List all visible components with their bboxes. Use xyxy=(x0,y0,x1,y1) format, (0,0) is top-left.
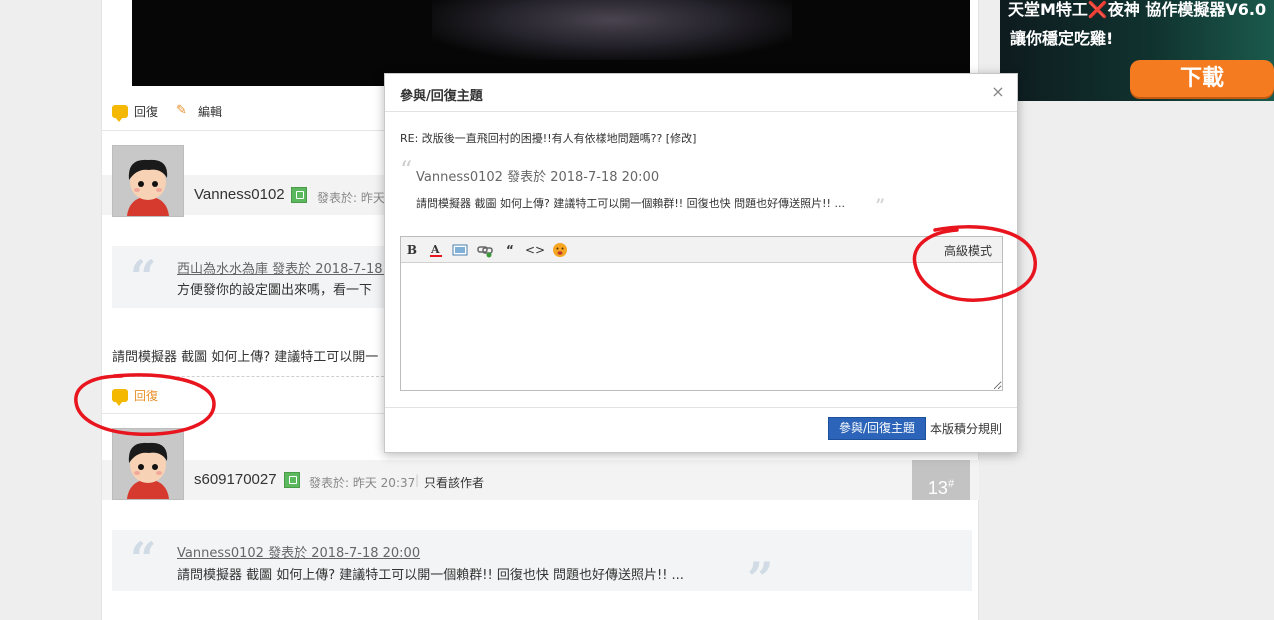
post-actions: 回復 ✎ 編輯 xyxy=(112,101,222,122)
only-author-link[interactable]: 只看該作者 xyxy=(424,474,484,491)
dialog-divider xyxy=(385,111,1017,112)
quote-text: 請問模擬器 截圖 如何上傳? 建議特工可以開一個賴群!! 回復也快 問題也好傳送… xyxy=(177,568,684,583)
ad-tagline: 讓你穩定吃雞! xyxy=(1010,29,1114,48)
reply-textarea[interactable] xyxy=(401,264,1002,390)
font-color-icon[interactable]: A xyxy=(428,242,444,258)
reply-label: 回復 xyxy=(134,104,159,119)
reply-subject: RE: 改版後一直飛回村的困擾!!有人有依樣地問題嗎?? [修改] xyxy=(400,132,697,145)
quote-text: 請問模擬器 截圖 如何上傳? 建議特工可以開一個賴群!! 回復也快 問題也好傳送… xyxy=(416,197,845,210)
post-body: 請問模擬器 截圖 如何上傳? 建議特工可以開一 xyxy=(112,350,379,365)
avatar-image xyxy=(113,429,183,499)
image-icon[interactable] xyxy=(452,242,468,258)
username[interactable]: Vanness0102 xyxy=(194,186,285,203)
chat-bubble-icon xyxy=(112,104,128,122)
avatar[interactable] xyxy=(112,428,184,500)
quote-author[interactable]: 西山為水水為庫 發表於 2018-7-18 1 xyxy=(177,258,395,277)
ad-headline: 天堂M特工❌夜神 協作模擬器V6.0 xyxy=(1008,0,1267,19)
dashed-divider xyxy=(112,376,384,377)
floor-value: 13 xyxy=(927,478,948,498)
ad-banner[interactable]: 天堂M特工❌夜神 協作模擬器V6.0 讓你穩定吃雞! 下載 xyxy=(1000,0,1274,101)
dialog-divider xyxy=(385,407,1017,408)
post-date: 發表於: 昨天 xyxy=(317,191,385,205)
quote-author: Vanness0102 發表於 2018-7-18 20:00 xyxy=(416,170,660,185)
post-date: 發表於: 昨天 20:37 xyxy=(309,476,416,490)
rules-link[interactable]: 本版積分規則 xyxy=(930,420,1002,437)
open-quote-icon: “ xyxy=(130,532,157,586)
dialog-title: 參與/回復主題 xyxy=(400,89,483,104)
link-icon[interactable] xyxy=(477,242,493,258)
avatar-image xyxy=(113,146,183,216)
open-quote-icon: “ xyxy=(130,250,157,304)
username[interactable]: s609170027 xyxy=(194,471,277,488)
reply-link[interactable]: 回復 xyxy=(112,103,159,122)
download-button[interactable]: 下載 xyxy=(1130,60,1274,97)
open-quote-icon: “ xyxy=(400,156,413,184)
quote-block: “ Vanness0102 發表於 2018-7-18 20:00 請問模擬器 … xyxy=(112,530,972,602)
online-status-icon xyxy=(284,472,300,488)
svg-text:A: A xyxy=(430,243,440,256)
quote-author[interactable]: Vanness0102 發表於 2018-7-18 20:00 xyxy=(177,542,420,561)
reply-label: 回復 xyxy=(134,388,159,403)
online-status-icon xyxy=(291,187,307,203)
submit-reply-button[interactable]: 參與/回復主題 xyxy=(828,417,926,440)
edit-label: 編輯 xyxy=(198,104,223,119)
close-quote-icon: ” xyxy=(875,194,886,218)
quote-text: 方便發你的設定圖出來嗎，看一下 xyxy=(177,283,373,298)
post-actions: 回復 xyxy=(112,385,159,406)
reply-dialog: 參與/回復主題 × RE: 改版後一直飛回村的困擾!!有人有依樣地問題嗎?? [… xyxy=(384,73,1018,453)
video-frame xyxy=(432,0,792,60)
close-icon[interactable]: × xyxy=(990,84,1006,100)
floor-hash: # xyxy=(947,478,955,490)
bold-icon[interactable]: B xyxy=(404,242,420,258)
quote-icon[interactable]: “ xyxy=(502,242,518,258)
editor-toolbar: B A “ <> 高級模式 xyxy=(401,237,1002,263)
reply-link[interactable]: 回復 xyxy=(112,387,159,406)
code-icon[interactable]: <> xyxy=(525,242,545,258)
meta-separator: | xyxy=(415,473,420,487)
emoji-icon[interactable] xyxy=(552,242,568,258)
pencil-icon: ✎ xyxy=(176,103,187,118)
chat-bubble-icon xyxy=(112,388,128,406)
close-quote-icon: ” xyxy=(747,552,774,606)
advanced-mode-link[interactable]: 高級模式 xyxy=(944,242,992,259)
floor-number: 13# xyxy=(912,460,970,500)
edit-link[interactable]: ✎ 編輯 xyxy=(176,103,222,120)
reply-editor: B A “ <> 高級模式 xyxy=(400,236,1003,391)
avatar[interactable] xyxy=(112,145,184,217)
